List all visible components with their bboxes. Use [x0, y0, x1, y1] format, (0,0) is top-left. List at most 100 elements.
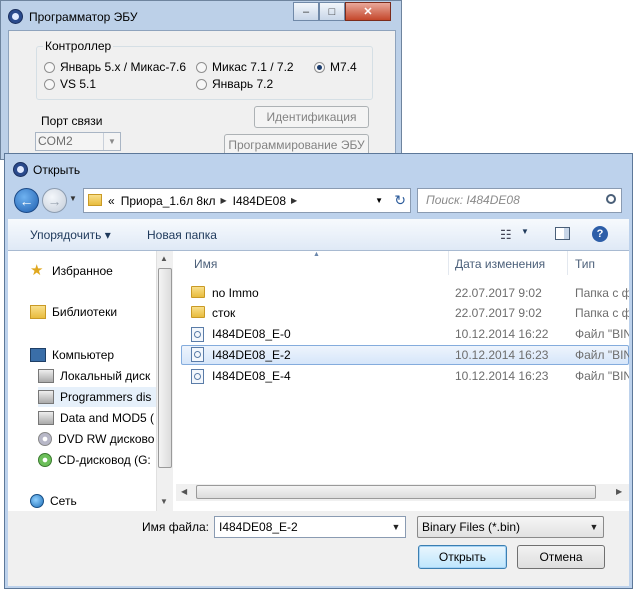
filename-input[interactable]: I484DE08_E-2 ▼ — [214, 516, 406, 538]
list-item[interactable]: I484DE08_E-0 10.12.2014 16:22 Файл "BIN — [181, 324, 629, 344]
nav-libraries[interactable]: Библиотеки — [30, 302, 117, 322]
dialog-footer: Имя файла: I484DE08_E-2 ▼ Binary Files (… — [8, 511, 629, 586]
back-button[interactable]: ← — [14, 188, 39, 213]
address-overflow[interactable]: « — [108, 194, 115, 208]
column-header-name[interactable]: Имя — [194, 257, 217, 271]
radio-mikas-71[interactable]: Микас 7.1 / 7.2 — [196, 60, 294, 74]
network-icon — [30, 494, 44, 508]
list-item[interactable]: I484DE08_E-4 10.12.2014 16:23 Файл "BIN — [181, 366, 629, 386]
drive-icon — [38, 411, 54, 425]
nav-label: Избранное — [52, 264, 113, 278]
radio-label: Январь 5.x / Микас-7.6 — [60, 60, 187, 74]
open-button[interactable]: Открыть — [418, 545, 507, 569]
folder-icon — [191, 306, 205, 318]
chevron-down-icon: ▼ — [103, 133, 120, 150]
radio-yanvar-72[interactable]: Январь 7.2 — [196, 77, 273, 91]
maximize-button[interactable]: □ — [319, 2, 345, 21]
nav-computer[interactable]: Компьютер — [30, 345, 114, 365]
file-type: Папка с ф — [575, 286, 629, 300]
breadcrumb-segment[interactable]: Приора_1.6л 8кл — [121, 194, 216, 208]
search-input[interactable]: Поиск: I484DE08 — [417, 188, 622, 213]
nav-dvd-rw[interactable]: DVD RW дисково — [38, 429, 154, 449]
radio-yanvar-5x[interactable]: Январь 5.x / Микас-7.6 — [44, 60, 186, 74]
breadcrumb-chevron-icon[interactable]: ▶ — [220, 196, 226, 205]
column-divider — [567, 251, 568, 275]
dvd-icon — [38, 432, 52, 446]
help-icon[interactable]: ? — [592, 226, 608, 242]
breadcrumb-segment[interactable]: I484DE08 — [233, 194, 286, 208]
close-button[interactable]: ✕ — [345, 2, 391, 21]
forward-button[interactable]: → — [42, 188, 67, 213]
nav-label: Programmers dis — [60, 390, 152, 404]
nav-data-mod5[interactable]: Data and MOD5 ( — [38, 408, 154, 428]
file-type: Папка с ф — [575, 306, 629, 320]
file-type-select[interactable]: Binary Files (*.bin) ▼ — [417, 516, 604, 538]
nav-label: DVD RW дисково — [58, 432, 155, 446]
file-name: I484DE08_E-2 — [212, 348, 291, 362]
refresh-icon[interactable]: ↻ — [394, 192, 406, 209]
scroll-down-icon[interactable]: ▼ — [160, 497, 168, 506]
nav-favorites[interactable]: ★ Избранное — [30, 261, 113, 281]
cd-icon — [38, 453, 52, 467]
view-dropdown-icon[interactable]: ▼ — [521, 227, 529, 236]
file-date: 10.12.2014 16:22 — [455, 327, 549, 341]
preview-pane-icon[interactable] — [555, 227, 570, 240]
address-dropdown-icon[interactable]: ▼ — [375, 196, 383, 205]
file-name: I484DE08_E-4 — [212, 369, 291, 383]
bin-file-icon — [191, 347, 204, 362]
dialog-body: ★ Избранное Библиотеки Компьютер Локальн… — [8, 251, 629, 511]
file-name: I484DE08_E-0 — [212, 327, 291, 341]
list-item[interactable]: no Immo 22.07.2017 9:02 Папка с ф — [181, 283, 629, 303]
radio-dot — [44, 61, 55, 73]
chevron-down-icon: ▼ — [589, 522, 599, 532]
bin-file-icon — [191, 369, 204, 384]
file-date: 22.07.2017 9:02 — [455, 286, 542, 300]
list-item-selected[interactable]: I484DE08_E-2 10.12.2014 16:23 Файл "BIN — [181, 345, 629, 365]
port-select[interactable]: COM2 ▼ — [35, 132, 121, 151]
file-type-value: Binary Files (*.bin) — [422, 520, 521, 534]
radio-dot-selected — [314, 61, 325, 73]
view-options-icon[interactable]: ☷ — [500, 227, 512, 243]
file-date: 10.12.2014 16:23 — [455, 348, 549, 362]
file-type: Файл "BIN — [575, 327, 629, 341]
dialog-title: Открыть — [33, 163, 81, 177]
column-header-type[interactable]: Тип — [575, 257, 595, 271]
file-list-hscrollbar[interactable]: ◀ ▶ — [176, 484, 629, 501]
radio-m74[interactable]: M7.4 — [314, 60, 357, 74]
breadcrumb-chevron-icon[interactable]: ▶ — [291, 196, 297, 205]
address-bar[interactable]: « Приора_1.6л 8кл ▶ I484DE08 ▶ ▼ ↻ — [83, 188, 411, 213]
nav-label: Data and MOD5 ( — [60, 411, 155, 425]
radio-vs51[interactable]: VS 5.1 — [44, 77, 96, 91]
radio-dot — [44, 78, 55, 90]
nav-cd-drive[interactable]: CD-дисковод (G: — [38, 450, 151, 470]
minimize-button[interactable]: – — [293, 2, 319, 21]
drive-icon — [38, 390, 54, 404]
column-divider — [448, 251, 449, 275]
scroll-thumb[interactable] — [158, 268, 172, 468]
arrow-right-icon: → — [47, 192, 62, 209]
scroll-up-icon[interactable]: ▲ — [160, 254, 168, 263]
column-header-date[interactable]: Дата изменения — [455, 257, 545, 271]
identify-button[interactable]: Идентификация — [254, 106, 369, 128]
app-icon — [8, 9, 23, 24]
organize-button[interactable]: Упорядочить ▾ — [30, 228, 111, 242]
scroll-left-icon[interactable]: ◀ — [181, 487, 187, 496]
recent-pages-dropdown[interactable]: ▼ — [69, 194, 77, 203]
nav-label: Компьютер — [52, 348, 115, 362]
list-item[interactable]: сток 22.07.2017 9:02 Папка с ф — [181, 303, 629, 323]
nav-programmers-disk[interactable]: Programmers dis — [38, 387, 158, 407]
nav-network[interactable]: Сеть — [30, 491, 77, 511]
new-folder-button[interactable]: Новая папка — [147, 228, 217, 242]
folder-icon — [191, 286, 205, 298]
filename-label: Имя файла: — [142, 520, 209, 534]
nav-scrollbar[interactable]: ▲ ▼ — [156, 251, 173, 511]
chevron-down-icon[interactable]: ▼ — [387, 517, 405, 537]
nav-local-disk[interactable]: Локальный диск — [38, 366, 150, 386]
scroll-thumb[interactable] — [196, 485, 596, 499]
port-value: COM2 — [38, 134, 73, 148]
file-date: 22.07.2017 9:02 — [455, 306, 542, 320]
sort-arrow-icon: ▲ — [313, 251, 320, 258]
scroll-right-icon[interactable]: ▶ — [616, 487, 622, 496]
cancel-button[interactable]: Отмена — [517, 545, 605, 569]
file-name: сток — [212, 306, 236, 320]
